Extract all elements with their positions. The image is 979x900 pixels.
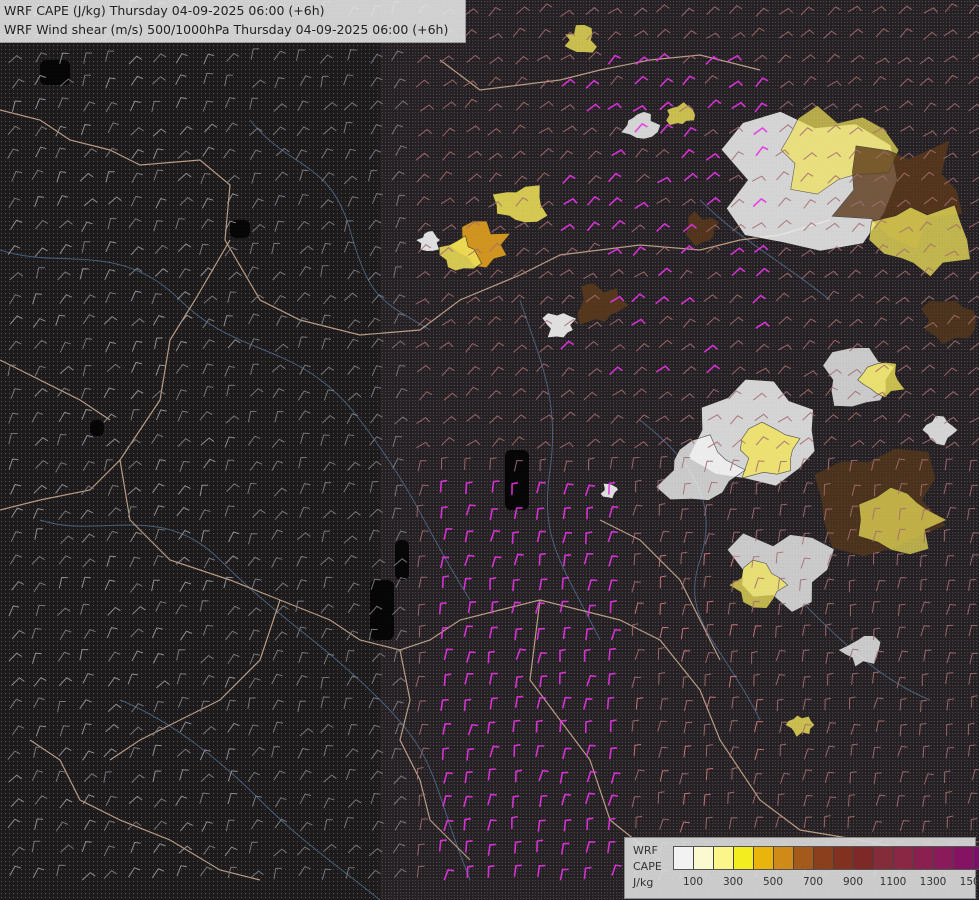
legend-swatch	[934, 847, 954, 869]
legend-swatch	[774, 847, 794, 869]
legend-swatch	[674, 847, 694, 869]
map-title-box: WRF CAPE (J/kg) Thursday 04-09-2025 06:0…	[0, 0, 466, 43]
legend-tick-label: 900	[842, 876, 864, 888]
legend-swatch	[814, 847, 834, 869]
legend-swatch	[714, 847, 734, 869]
legend-swatch	[854, 847, 874, 869]
legend-swatch	[694, 847, 714, 869]
null-data-patch	[505, 450, 529, 510]
legend-tick-label: 700	[802, 876, 824, 888]
legend-color-scale	[673, 846, 979, 870]
legend-swatch	[974, 847, 979, 869]
legend-tick-label: 1300	[919, 876, 947, 888]
legend-tick-labels: 100 300 500 700 900 1100 1300 1500	[673, 876, 979, 890]
map-canvas	[0, 0, 979, 900]
title-wind-shear: WRF Wind shear (m/s) 500/1000hPa Thursda…	[4, 22, 449, 37]
legend-tick-label: 1100	[879, 876, 907, 888]
cape-legend: WRF CAPE J/kg 100 300 500 700 900 1100 1300 150…	[624, 837, 979, 899]
title-cape: WRF CAPE (J/kg) Thursday 04-09-2025 06:0…	[4, 3, 325, 18]
legend-swatch	[834, 847, 854, 869]
weather-map: WRF CAPE (J/kg) Thursday 04-09-2025 06:0…	[0, 0, 979, 900]
legend-swatch	[894, 847, 914, 869]
legend-swatch	[954, 847, 974, 869]
null-data-patch	[230, 220, 250, 238]
legend-swatch	[914, 847, 934, 869]
null-data-patch	[395, 540, 409, 580]
legend-tick-label: 1500	[959, 876, 979, 888]
legend-unit-label: J/kg	[633, 876, 654, 889]
legend-swatch	[754, 847, 774, 869]
null-data-patch	[90, 420, 104, 436]
legend-swatch	[794, 847, 814, 869]
legend-variable-label: CAPE	[633, 860, 662, 873]
legend-tick-label: 300	[722, 876, 744, 888]
legend-swatch	[734, 847, 754, 869]
legend-model-label: WRF	[633, 844, 658, 857]
legend-tick-label: 500	[762, 876, 784, 888]
legend-swatch	[874, 847, 894, 869]
legend-tick-label: 100	[682, 876, 704, 888]
